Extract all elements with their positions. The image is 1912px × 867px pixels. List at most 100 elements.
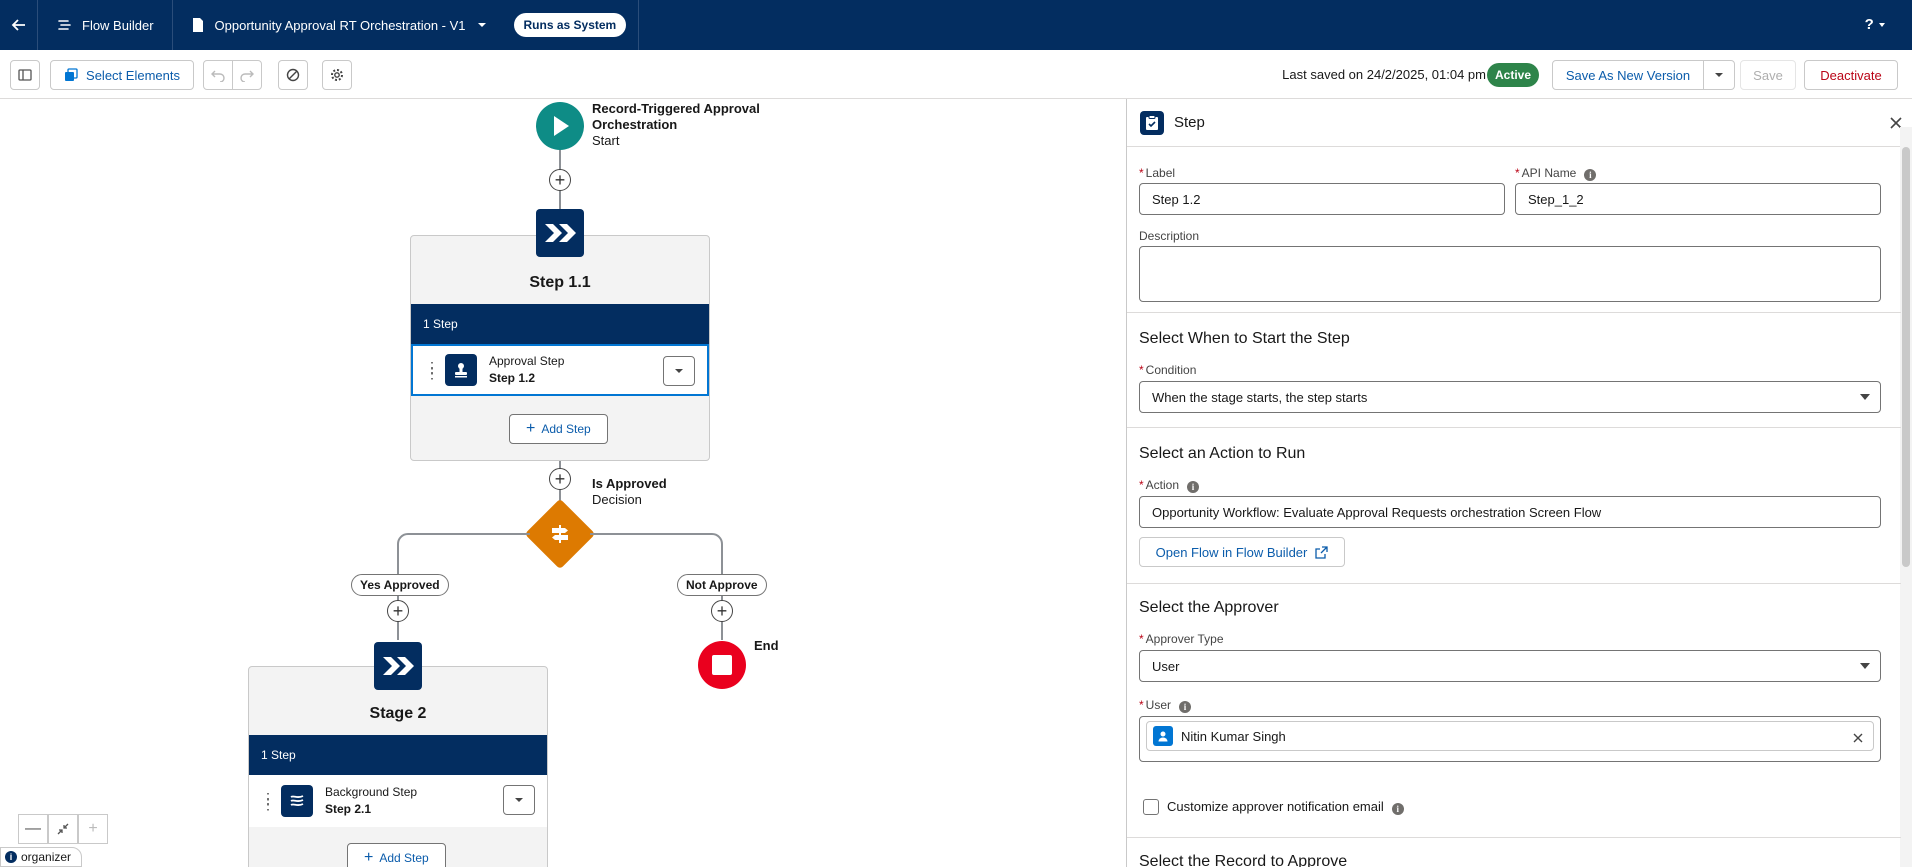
condition-select[interactable]: When the stage starts, the step starts (1139, 381, 1881, 413)
api-name-field-text: API Name (1521, 166, 1577, 180)
open-flow-button[interactable]: Open Flow in Flow Builder (1139, 537, 1345, 567)
fit-view-button[interactable] (48, 814, 78, 844)
add-element-button[interactable]: + (711, 600, 733, 622)
clipboard-check-icon (1146, 114, 1158, 130)
errors-button[interactable] (278, 60, 308, 90)
redo-icon (240, 70, 254, 82)
select-elements-button[interactable]: Select Elements (50, 60, 194, 90)
info-icon[interactable]: i (1584, 169, 1597, 181)
zoom-out-button[interactable]: — (18, 814, 48, 844)
stop-icon (712, 655, 732, 675)
customize-email-checkbox[interactable] (1143, 799, 1159, 815)
save-button[interactable]: Save (1740, 60, 1796, 90)
remove-user-button[interactable] (1853, 731, 1863, 746)
builder-toolbar: Select Elements Last saved on 24/2/2025,… (0, 50, 1912, 99)
ban-icon (286, 68, 300, 82)
user-lookup[interactable]: Nitin Kumar Singh (1139, 716, 1881, 762)
panel-title: Step (1174, 114, 1205, 131)
label-field-label: * Label (1139, 166, 1175, 180)
select-elements-label: Select Elements (86, 67, 180, 83)
undo-button[interactable] (203, 60, 233, 90)
action-value: Opportunity Workflow: Evaluate Approval … (1152, 504, 1602, 520)
end-label: End (754, 638, 779, 653)
flow-title: Opportunity Approval RT Orchestration - … (214, 17, 466, 33)
approver-type-value: User (1152, 658, 1180, 674)
flow-title-dropdown[interactable]: Opportunity Approval RT Orchestration - … (173, 0, 640, 50)
shrink-icon (57, 823, 69, 835)
approver-section-title: Select the Approver (1139, 599, 1279, 616)
add-step-label: Add Step (379, 851, 429, 865)
global-header: Flow Builder Opportunity Approval RT Orc… (0, 0, 1912, 50)
selected-user-pill[interactable]: Nitin Kumar Singh (1146, 721, 1874, 751)
back-button[interactable] (0, 0, 38, 50)
save-options-dropdown[interactable] (1703, 60, 1735, 90)
approver-type-field-label: * Approver Type (1139, 632, 1224, 646)
chevron-down-icon (515, 798, 523, 802)
zoom-controls: — + (18, 814, 108, 844)
label-input[interactable]: Step 1.2 (1139, 183, 1505, 215)
action-section-title: Select an Action to Run (1139, 445, 1306, 462)
end-node[interactable] (698, 641, 746, 689)
deactivate-button[interactable]: Deactivate (1804, 60, 1898, 90)
add-element-button[interactable]: + (387, 600, 409, 622)
minus-icon: — (25, 820, 41, 837)
info-icon[interactable]: i (1179, 701, 1192, 713)
section-divider (1127, 312, 1901, 313)
panel-left-icon (18, 69, 32, 81)
settings-button[interactable] (322, 60, 352, 90)
open-flow-label: Open Flow in Flow Builder (1155, 544, 1308, 560)
save-label: Save (1753, 67, 1783, 83)
api-name-input-value: Step_1_2 (1528, 191, 1584, 207)
info-icon[interactable]: i (1391, 803, 1404, 815)
condition-field-label: * Condition (1139, 363, 1196, 377)
toggle-toolbox-button[interactable] (10, 60, 40, 90)
action-field-label: * Action i (1139, 478, 1200, 493)
section-divider (1127, 427, 1901, 428)
panel-scrollbar[interactable] (1900, 127, 1912, 867)
app-name: Flow Builder (38, 0, 173, 50)
panel-header: Step (1127, 99, 1912, 147)
required-marker: * (1139, 478, 1144, 492)
section-divider (1127, 583, 1901, 584)
step-row[interactable]: ⋮ ⋮ Background Step Step 2.1 (249, 775, 547, 827)
organizer-label: organizer (21, 850, 72, 864)
drag-handle-icon[interactable]: ⋮ ⋮ (261, 791, 275, 811)
organizer-badge[interactable]: i organizer (0, 847, 83, 867)
outcome-yes-label[interactable]: Yes Approved (351, 574, 449, 596)
stage-card[interactable]: Stage 2 1 Step ⋮ ⋮ Background Step Step 2… (248, 666, 548, 867)
deactivate-label: Deactivate (1820, 67, 1882, 83)
plus-icon: + (364, 849, 374, 866)
caret-down-icon (1860, 663, 1870, 669)
save-as-new-version-button[interactable]: Save As New Version (1552, 60, 1704, 90)
action-input[interactable]: Opportunity Workflow: Evaluate Approval … (1139, 496, 1881, 528)
user-label-text: User (1145, 698, 1172, 712)
approver-type-select[interactable]: User (1139, 650, 1881, 682)
chevron-down-icon (477, 23, 486, 27)
caret-down-icon (1879, 23, 1885, 27)
condition-value: When the stage starts, the step starts (1152, 389, 1368, 405)
redo-button[interactable] (232, 60, 262, 90)
add-step-button[interactable]: + Add Step (347, 843, 446, 867)
description-textarea[interactable] (1139, 246, 1881, 302)
gear-icon (331, 69, 343, 81)
back-arrow-icon (11, 19, 25, 31)
undo-icon (211, 70, 225, 82)
flow-canvas[interactable]: Record-Triggered Approval Orchestration … (0, 99, 1126, 867)
background-step-icon (281, 785, 313, 817)
required-marker: * (1139, 166, 1144, 180)
properties-panel: Step * Label Step 1.2 * API Name i Step_1_2… (1126, 99, 1912, 867)
runs-as-badge: Runs as System (513, 13, 627, 37)
info-icon[interactable]: i (1187, 481, 1200, 493)
label-field-text: Label (1145, 166, 1176, 180)
api-name-input[interactable]: Step_1_2 (1515, 183, 1881, 215)
step-menu-button[interactable] (503, 785, 535, 815)
zoom-in-button[interactable]: + (78, 814, 108, 844)
user-avatar-icon (1153, 726, 1173, 746)
outcome-no-label[interactable]: Not Approve (677, 574, 767, 596)
when-section-title: Select When to Start the Step (1139, 330, 1350, 347)
caret-down-icon (1860, 394, 1870, 400)
scroll-thumb[interactable] (1902, 147, 1910, 567)
organizer-logo-icon: i (5, 851, 17, 863)
help-menu[interactable]: ? (1865, 16, 1886, 33)
user-field-label: * User i (1139, 698, 1192, 713)
